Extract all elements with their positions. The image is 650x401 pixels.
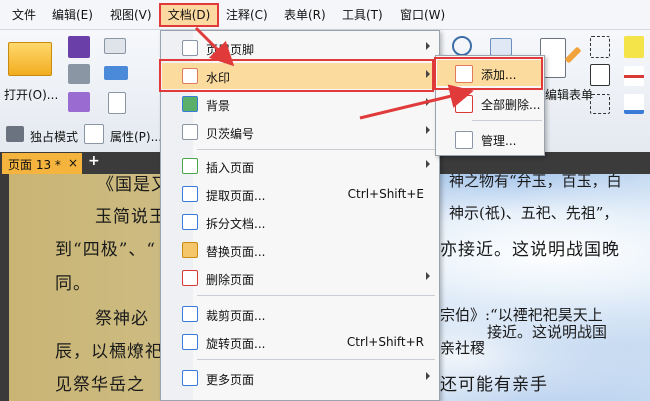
arrow-to-watermark — [194, 26, 235, 67]
arrow-to-add — [359, 84, 474, 120]
annotation-arrows — [194, 26, 474, 120]
